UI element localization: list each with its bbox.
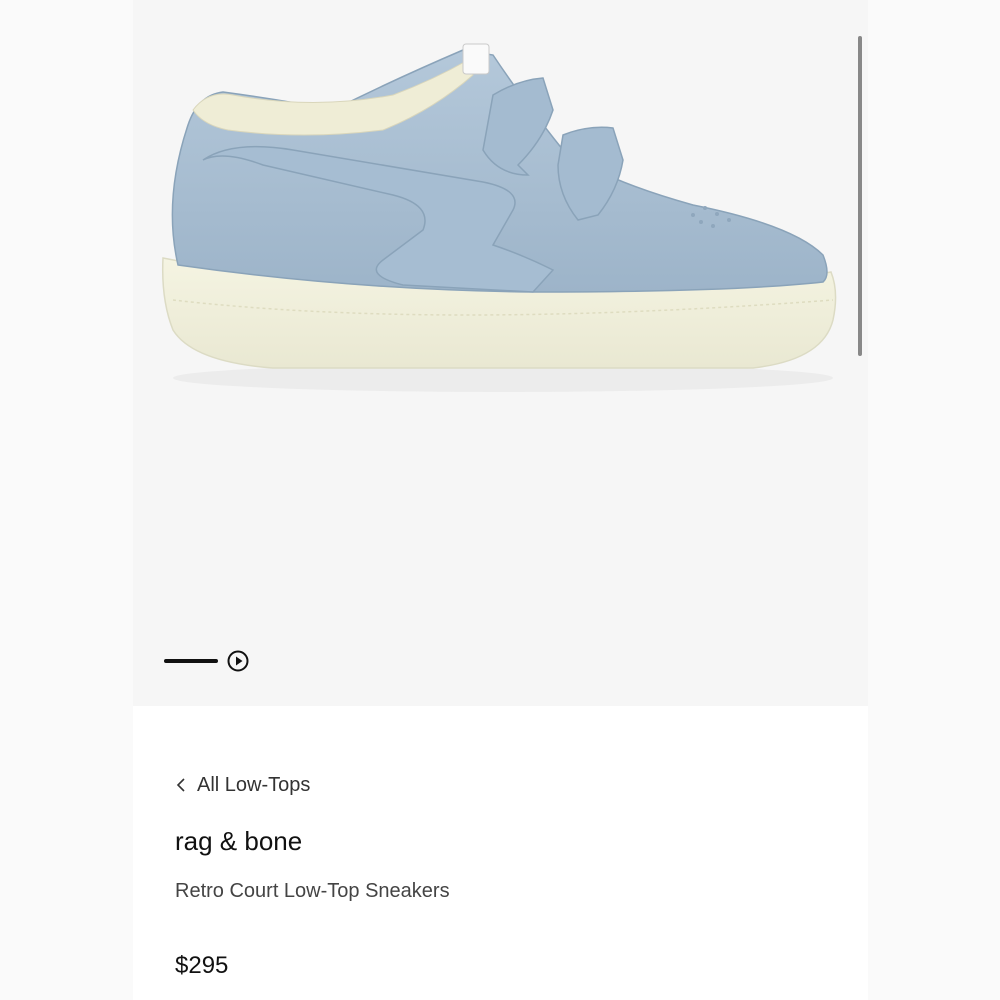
product-image-gallery[interactable] <box>133 0 868 706</box>
right-backdrop <box>868 0 1000 1000</box>
back-link-label: All Low-Tops <box>197 773 311 796</box>
product-title: Retro Court Low-Top Sneakers <box>175 880 450 902</box>
play-circle-icon[interactable] <box>227 650 249 672</box>
brand-name[interactable]: rag & bone <box>175 826 302 857</box>
chevron-left-icon <box>176 778 185 792</box>
gallery-progress-indicator[interactable] <box>164 659 218 663</box>
left-backdrop <box>0 0 133 1000</box>
page-scrollbar[interactable] <box>858 36 862 356</box>
back-to-category-link[interactable]: All Low-Tops <box>175 772 310 798</box>
product-price: $295 <box>175 952 229 979</box>
product-image[interactable] <box>133 0 868 706</box>
